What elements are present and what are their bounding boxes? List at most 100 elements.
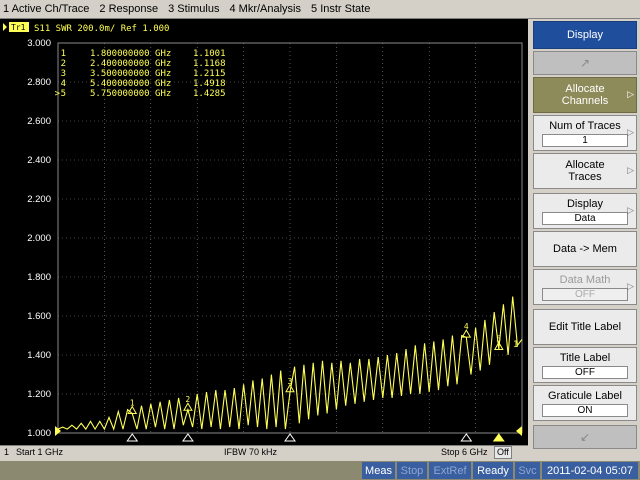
menu-bar: 1 Active Ch/Trace 2 Response 3 Stimulus … xyxy=(0,0,640,19)
allocate-channels-label: Allocate Channels xyxy=(561,83,609,107)
display-value: Data xyxy=(542,211,628,225)
softkey-title-label: Display xyxy=(566,29,604,41)
status-datetime: 2011-02-04 05:07 xyxy=(542,462,638,479)
data-math-value: OFF xyxy=(542,287,628,301)
trace-marker xyxy=(127,405,138,414)
submenu-arrow-icon: ▷ xyxy=(627,89,634,99)
status-ready: Ready xyxy=(473,462,513,479)
y-tick-label: 1.600 xyxy=(27,311,51,322)
menu-response[interactable]: 2 Response xyxy=(94,3,163,15)
menu-instr-state[interactable]: 5 Instr State xyxy=(306,3,375,15)
graticule-label-value: ON xyxy=(542,403,628,417)
marker-3-freq: 3.500000000 GHz xyxy=(90,69,171,79)
softkey-graticule-label[interactable]: Graticule Label ON xyxy=(533,385,637,421)
marker-1-value: 1.1001 xyxy=(193,49,226,59)
trace-marker-label: 3 xyxy=(288,377,293,386)
softkey-display[interactable]: Display Data ▷ xyxy=(533,193,637,229)
y-tick-label: 1.800 xyxy=(27,272,51,283)
trace-end-label: 1 xyxy=(513,340,518,350)
marker-5-freq: 5.750000000 GHz xyxy=(90,89,171,99)
y-tick-label: 1.400 xyxy=(27,350,51,361)
trace-badge[interactable]: Tr1 xyxy=(11,23,26,32)
softkey-title-display[interactable]: Display xyxy=(533,21,637,49)
bottom-marker-triangle xyxy=(126,433,139,442)
marker-5-value: 1.4285 xyxy=(193,89,226,99)
trace-layer xyxy=(57,296,523,431)
bottom-marker-triangle xyxy=(460,433,473,442)
y-tick-label: 3.000 xyxy=(27,38,51,49)
menu-active-ch-trace[interactable]: 1 Active Ch/Trace xyxy=(0,3,94,15)
chart-panel[interactable]: 3.000 2.800 2.600 2.400 2.200 2.000 1.800 1.600… xyxy=(0,19,528,445)
trace-info: S11 SWR 200.0m/ Ref 1.000 xyxy=(34,24,169,34)
allocate-traces-label: Allocate Traces xyxy=(565,159,605,183)
softkey-num-traces[interactable]: Num of Traces 1 ▷ xyxy=(533,115,637,151)
ifbw[interactable]: IFBW 70 kHz xyxy=(224,447,277,457)
y-tick-labels: 3.000 2.800 2.600 2.400 2.200 2.000 1.800 1.600… xyxy=(27,38,51,439)
softkey-title-label[interactable]: Title Label OFF xyxy=(533,347,637,383)
marker-2-index: 2 xyxy=(61,59,66,69)
softkey-allocate-traces[interactable]: Allocate Traces ▷ xyxy=(533,153,637,189)
trace-marker-label: 2 xyxy=(185,395,190,404)
status-stop: Stop xyxy=(397,462,427,479)
y-tick-label: 2.800 xyxy=(27,77,51,88)
title-label-label: Title Label xyxy=(559,351,611,364)
chart-grid xyxy=(57,42,523,434)
marker-3-index: 3 xyxy=(61,69,66,79)
power-off-badge[interactable]: Off xyxy=(494,446,512,459)
swr-chart: 3.000 2.800 2.600 2.400 2.200 2.000 1.800 1.600… xyxy=(3,22,523,442)
y-tick-label: 1.200 xyxy=(27,389,51,400)
bottom-marker-triangle xyxy=(181,433,194,442)
submenu-arrow-icon: ▷ xyxy=(627,127,634,137)
submenu-arrow-icon: ▷ xyxy=(627,281,634,291)
marker-4-freq: 5.400000000 GHz xyxy=(90,79,171,89)
marker-4-index: 4 xyxy=(61,79,66,89)
y-tick-label: 2.400 xyxy=(27,155,51,166)
softkey-nav-down[interactable]: ↙ xyxy=(533,425,637,449)
graticule-label-label: Graticule Label xyxy=(548,389,622,402)
instrument-status-bar: Meas Stop ExtRef Ready Svc 2011-02-04 05… xyxy=(0,461,640,480)
softkey-data-math[interactable]: Data Math OFF ▷ xyxy=(533,269,637,305)
nav-up-icon: ↗ xyxy=(579,56,591,70)
trace-marker-label: 1 xyxy=(130,398,135,407)
data-math-label: Data Math xyxy=(559,273,611,286)
softkey-allocate-channels[interactable]: Allocate Channels ▷ xyxy=(533,77,637,113)
marker-1-freq: 1.800000000 GHz xyxy=(90,49,171,59)
marker-table: 1 1.800000000 GHz 1.1001 2 2.400000000 G… xyxy=(55,49,226,99)
marker-3-value: 1.2115 xyxy=(193,69,226,79)
marker-1-index: 1 xyxy=(61,49,66,59)
stop-frequency[interactable]: Stop 6 GHz xyxy=(441,447,488,457)
softkey-edit-title-label[interactable]: Edit Title Label xyxy=(533,309,637,345)
trace-marker-label: 5 xyxy=(496,334,501,343)
y-tick-label: 1.000 xyxy=(27,428,51,439)
status-meas: Meas xyxy=(362,462,395,479)
marker-triangles xyxy=(126,433,505,442)
bottom-marker-triangle xyxy=(284,433,296,442)
data-to-mem-label: Data -> Mem xyxy=(553,243,617,255)
softkey-panel: Display ↗ Allocate Channels ▷ Num of Tra… xyxy=(530,19,640,461)
marker-4-value: 1.4918 xyxy=(193,79,226,89)
submenu-arrow-icon: ▷ xyxy=(627,165,634,175)
trace-marker-label: 4 xyxy=(464,322,469,331)
bottom-marker-triangle xyxy=(492,433,505,442)
trace-line xyxy=(57,296,523,431)
softkey-data-to-mem[interactable]: Data -> Mem xyxy=(533,231,637,267)
marker-layer: 1 2 3 4 5 xyxy=(127,322,504,414)
nav-down-icon: ↙ xyxy=(579,430,591,444)
title-label-value: OFF xyxy=(542,365,628,379)
y-tick-label: 2.600 xyxy=(27,116,51,127)
edit-title-label-label: Edit Title Label xyxy=(548,321,622,333)
softkey-nav-up[interactable]: ↗ xyxy=(533,51,637,75)
status-extref: ExtRef xyxy=(429,462,471,479)
channel-status-bar: 1 Start 1 GHz IFBW 70 kHz Stop 6 GHz Off xyxy=(0,445,528,460)
y-tick-label: 2.200 xyxy=(27,194,51,205)
start-frequency[interactable]: Start 1 GHz xyxy=(16,447,63,457)
active-trace-arrow xyxy=(3,23,7,31)
num-traces-label: Num of Traces xyxy=(549,119,621,132)
y-tick-label: 2.000 xyxy=(27,233,51,244)
marker-2-value: 1.1168 xyxy=(193,59,226,69)
submenu-arrow-icon: ▷ xyxy=(627,205,634,215)
menu-mkr-analysis[interactable]: 4 Mkr/Analysis xyxy=(224,3,306,15)
ref-level-right-arrow[interactable] xyxy=(516,426,522,436)
marker-5-index: 5 xyxy=(61,89,66,99)
menu-stimulus[interactable]: 3 Stimulus xyxy=(163,3,224,15)
